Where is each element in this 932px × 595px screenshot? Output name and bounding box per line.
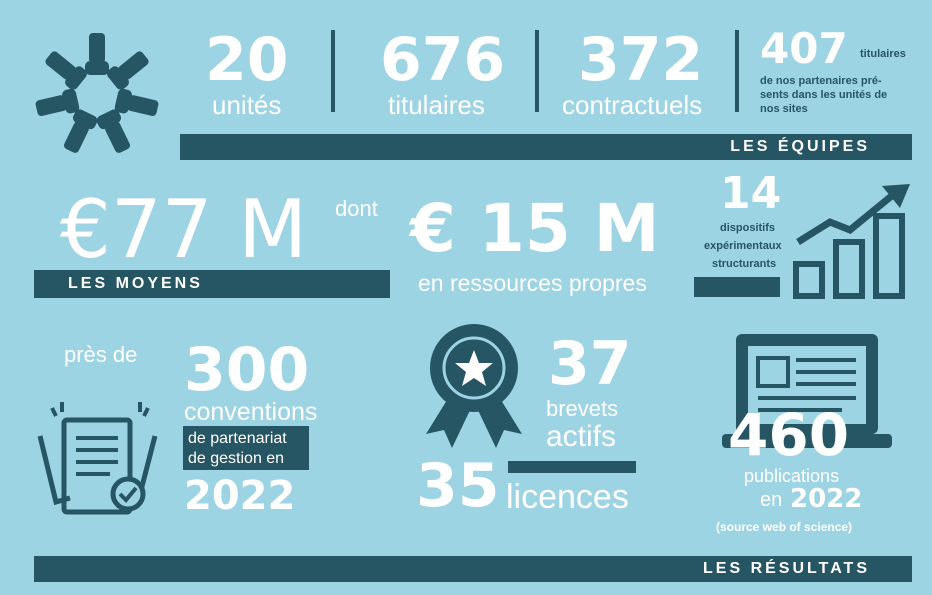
hands-circle-icon [35, 33, 159, 153]
partners-text: titulaires [860, 48, 906, 60]
growth-chart-icon [793, 184, 910, 299]
patents-label: brevets [546, 396, 619, 421]
connector-dont: dont [335, 196, 378, 221]
conventions-label: conventions [184, 398, 318, 426]
devices-value: 14 [720, 168, 782, 219]
publications-source: (source web of science) [716, 520, 853, 534]
licenses-label: licences [506, 478, 629, 516]
patents-label: actifs [546, 420, 617, 453]
partners-text: sents dans les unités de [760, 89, 888, 101]
section-title-resultats: LES RÉSULTATS [703, 560, 870, 577]
units-value: 20 [205, 25, 289, 95]
contractuels-label: contractuels [562, 90, 703, 120]
devices-text: structurants [712, 258, 777, 270]
section-title-equipes: LES ÉQUIPES [730, 138, 870, 155]
patents-value: 37 [548, 329, 632, 399]
titulaires-value: 676 [380, 25, 506, 95]
contractuels-value: 372 [578, 25, 704, 95]
near-label: près de [64, 342, 138, 367]
partners-value: 407 [760, 24, 848, 73]
section-title-moyens: LES MOYENS [68, 275, 203, 292]
devices-underline [694, 277, 780, 297]
devices-text: dispositifs [720, 222, 776, 234]
publications-in: en [760, 489, 783, 511]
patents-underline [508, 461, 636, 473]
separator [331, 30, 335, 112]
partners-text: de nos partenaires pré- [760, 75, 882, 87]
conventions-text: de partenariat [188, 430, 287, 447]
licenses-value: 35 [416, 451, 500, 521]
publications-value: 460 [728, 401, 850, 469]
separator [735, 30, 739, 112]
publications-year: 2022 [790, 484, 863, 514]
conventions-text: de gestion en [188, 450, 285, 467]
partners-text: nos sites [760, 103, 808, 115]
units-label: unités [212, 90, 282, 120]
conventions-year: 2022 [184, 473, 296, 519]
budget-total-value: €77 M [60, 183, 308, 276]
devices-text: expérimentaux [704, 240, 782, 252]
own-resources-label: en ressources propres [418, 270, 647, 296]
titulaires-label: titulaires [388, 90, 485, 120]
own-resources-value: € 15 M [410, 190, 660, 267]
conventions-value: 300 [184, 335, 310, 405]
document-check-icon [37, 402, 158, 515]
award-ribbon-icon [426, 324, 522, 448]
separator [535, 30, 539, 112]
publications-label: publications [744, 466, 840, 486]
